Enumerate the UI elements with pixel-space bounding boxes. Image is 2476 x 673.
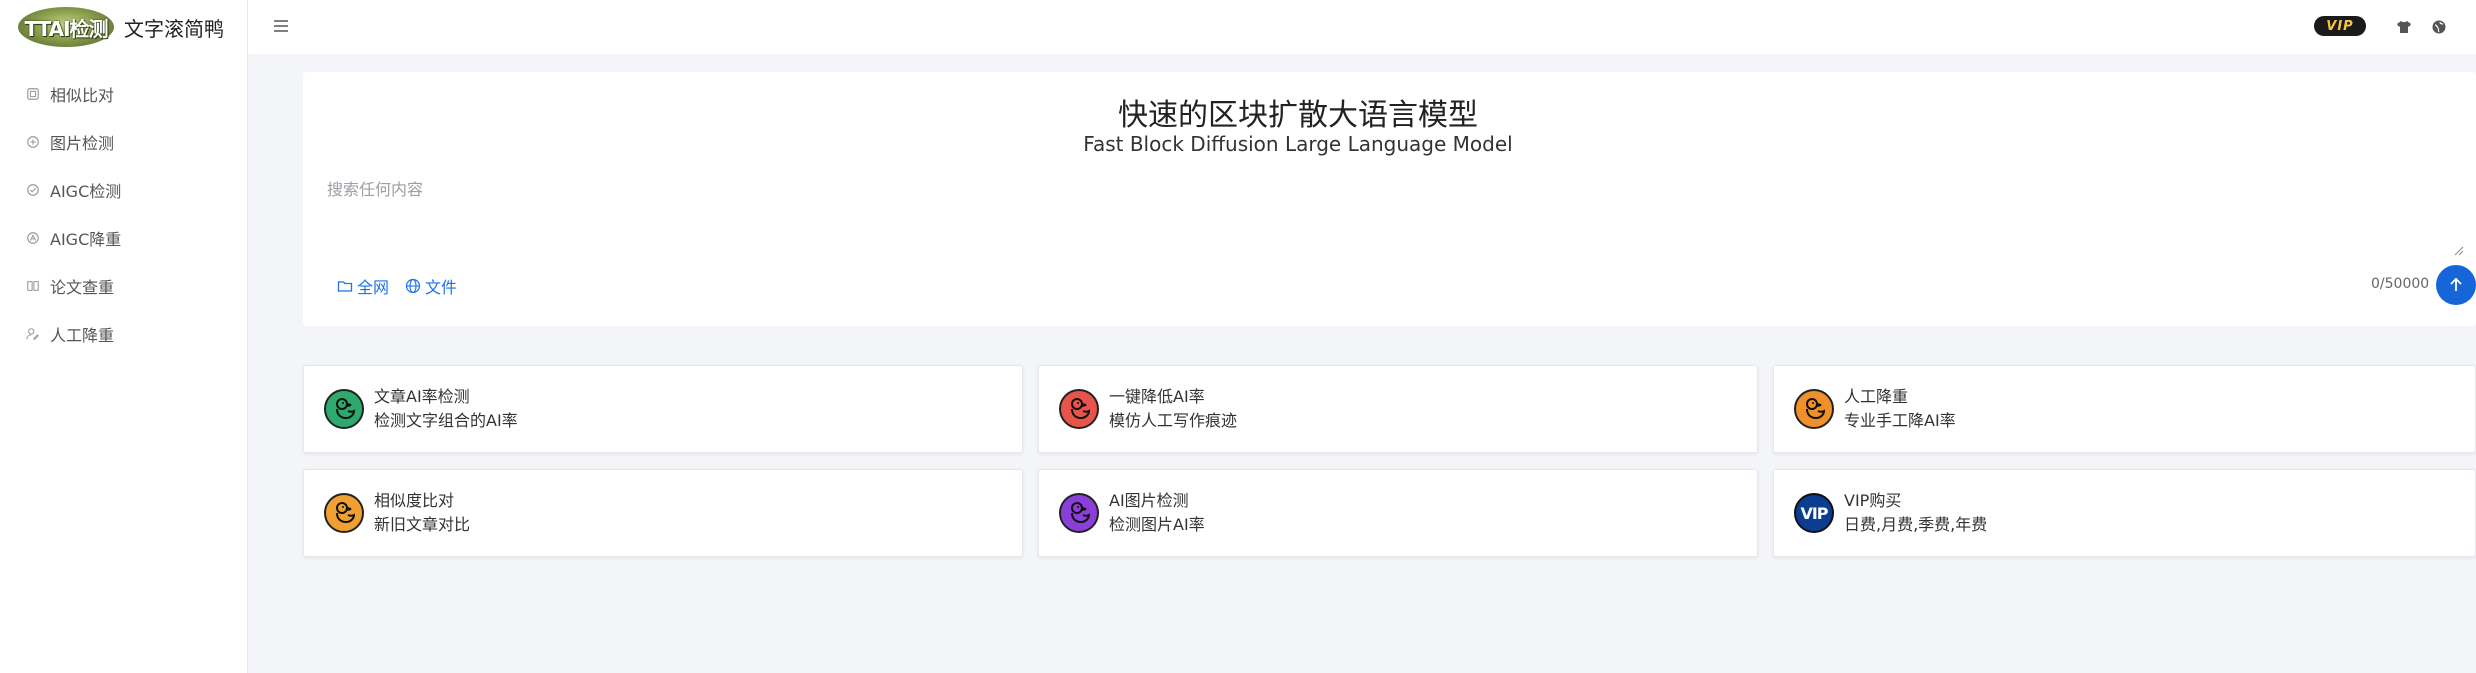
- sidebar-nav: 相似比对 图片检测 AIGC检测 AIGC降重 论文查重 人工降重: [0, 70, 247, 358]
- duck-icon: [324, 493, 364, 533]
- sidebar-item-aigc-reduce[interactable]: AIGC降重: [0, 214, 247, 262]
- sidebar-item-label: 论文查重: [50, 278, 115, 297]
- sidebar-item-label: 相似比对: [50, 86, 115, 105]
- card-title: 人工降重: [1844, 387, 1909, 406]
- send-button[interactable]: [2436, 265, 2476, 305]
- globe-outline-icon: [405, 278, 421, 294]
- topbar: VIP: [248, 0, 2476, 54]
- card-desc: 检测图片AI率: [1109, 515, 1205, 534]
- arrow-up-icon: [2450, 277, 2462, 291]
- scope-web-label: 全网: [357, 278, 390, 297]
- page-subtitle: Fast Block Diffusion Large Language Mode…: [1083, 132, 1513, 156]
- brand-name: 文字滚简鸭: [124, 16, 224, 41]
- duck-icon: [1794, 389, 1834, 429]
- sidebar-item-image-check[interactable]: 图片检测: [0, 118, 247, 166]
- card-desc: 模仿人工写作痕迹: [1109, 411, 1238, 430]
- card-reduce-ai-rate[interactable]: 一键降低AI率 模仿人工写作痕迹: [1038, 365, 1758, 453]
- card-desc: 检测文字组合的AI率: [374, 411, 518, 430]
- aigc-reduce-icon: [26, 231, 40, 245]
- scope-file-button[interactable]: 文件: [405, 274, 457, 298]
- logo: TTAI检测: [18, 7, 114, 47]
- card-title: VIP购买: [1844, 491, 1902, 510]
- sidebar-item-aigc-check[interactable]: AIGC检测: [0, 166, 247, 214]
- user-edit-icon: [26, 327, 40, 341]
- resize-handle-icon[interactable]: [2452, 244, 2464, 256]
- book-icon: [26, 279, 40, 293]
- card-ai-rate-check[interactable]: 文章AI率检测 检测文字组合的AI率: [303, 365, 1023, 453]
- card-similarity-compare[interactable]: 相似度比对 新旧文章对比: [303, 469, 1023, 557]
- duck-icon: [1059, 389, 1099, 429]
- scope-web-button[interactable]: 全网: [337, 274, 389, 298]
- hamburger-icon: [274, 20, 288, 32]
- card-title: AI图片检测: [1109, 491, 1189, 510]
- sidebar-item-paper-check[interactable]: 论文查重: [0, 262, 247, 310]
- vip-icon: VIP: [1794, 493, 1834, 533]
- folder-icon: [337, 281, 353, 292]
- sidebar-item-similarity[interactable]: 相似比对: [0, 70, 247, 118]
- sidebar-item-label: 人工降重: [50, 326, 115, 345]
- globe-icon[interactable]: [2428, 16, 2450, 38]
- sidebar: TTAI检测 文字滚简鸭 相似比对 图片检测 AIGC检测 AIGC降重 论文查…: [0, 0, 248, 673]
- card-title: 文章AI率检测: [374, 387, 470, 406]
- vip-badge[interactable]: VIP: [2314, 16, 2366, 36]
- card-title: 一键降低AI率: [1109, 387, 1205, 406]
- search-input[interactable]: [327, 176, 2467, 256]
- duck-icon: [1059, 493, 1099, 533]
- search-panel: 快速的区块扩散大语言模型 Fast Block Diffusion Large …: [303, 72, 2476, 326]
- card-desc: 新旧文章对比: [374, 515, 471, 534]
- compare-icon: [26, 87, 40, 101]
- sidebar-item-label: AIGC降重: [50, 230, 122, 249]
- card-ai-image-check[interactable]: AI图片检测 检测图片AI率: [1038, 469, 1758, 557]
- brand[interactable]: TTAI检测 文字滚简鸭: [0, 0, 247, 54]
- aigc-check-icon: [26, 183, 40, 197]
- shirt-icon[interactable]: [2393, 16, 2415, 38]
- char-counter: 0/50000: [2371, 276, 2430, 292]
- card-desc: 日费,月费,季费,年费: [1844, 515, 1988, 534]
- menu-toggle-button[interactable]: [270, 15, 292, 37]
- card-manual-reduce[interactable]: 人工降重 专业手工降AI率: [1773, 365, 2476, 453]
- image-check-icon: [26, 135, 40, 149]
- sidebar-item-label: 图片检测: [50, 134, 115, 153]
- card-vip-purchase[interactable]: VIP VIP购买 日费,月费,季费,年费: [1773, 469, 2476, 557]
- sidebar-item-label: AIGC检测: [50, 182, 122, 201]
- scope-file-label: 文件: [425, 278, 458, 297]
- card-title: 相似度比对: [374, 491, 455, 510]
- card-desc: 专业手工降AI率: [1844, 411, 1956, 430]
- duck-icon: [324, 389, 364, 429]
- sidebar-item-manual-reduce[interactable]: 人工降重: [0, 310, 247, 358]
- page-title: 快速的区块扩散大语言模型: [1118, 98, 1478, 133]
